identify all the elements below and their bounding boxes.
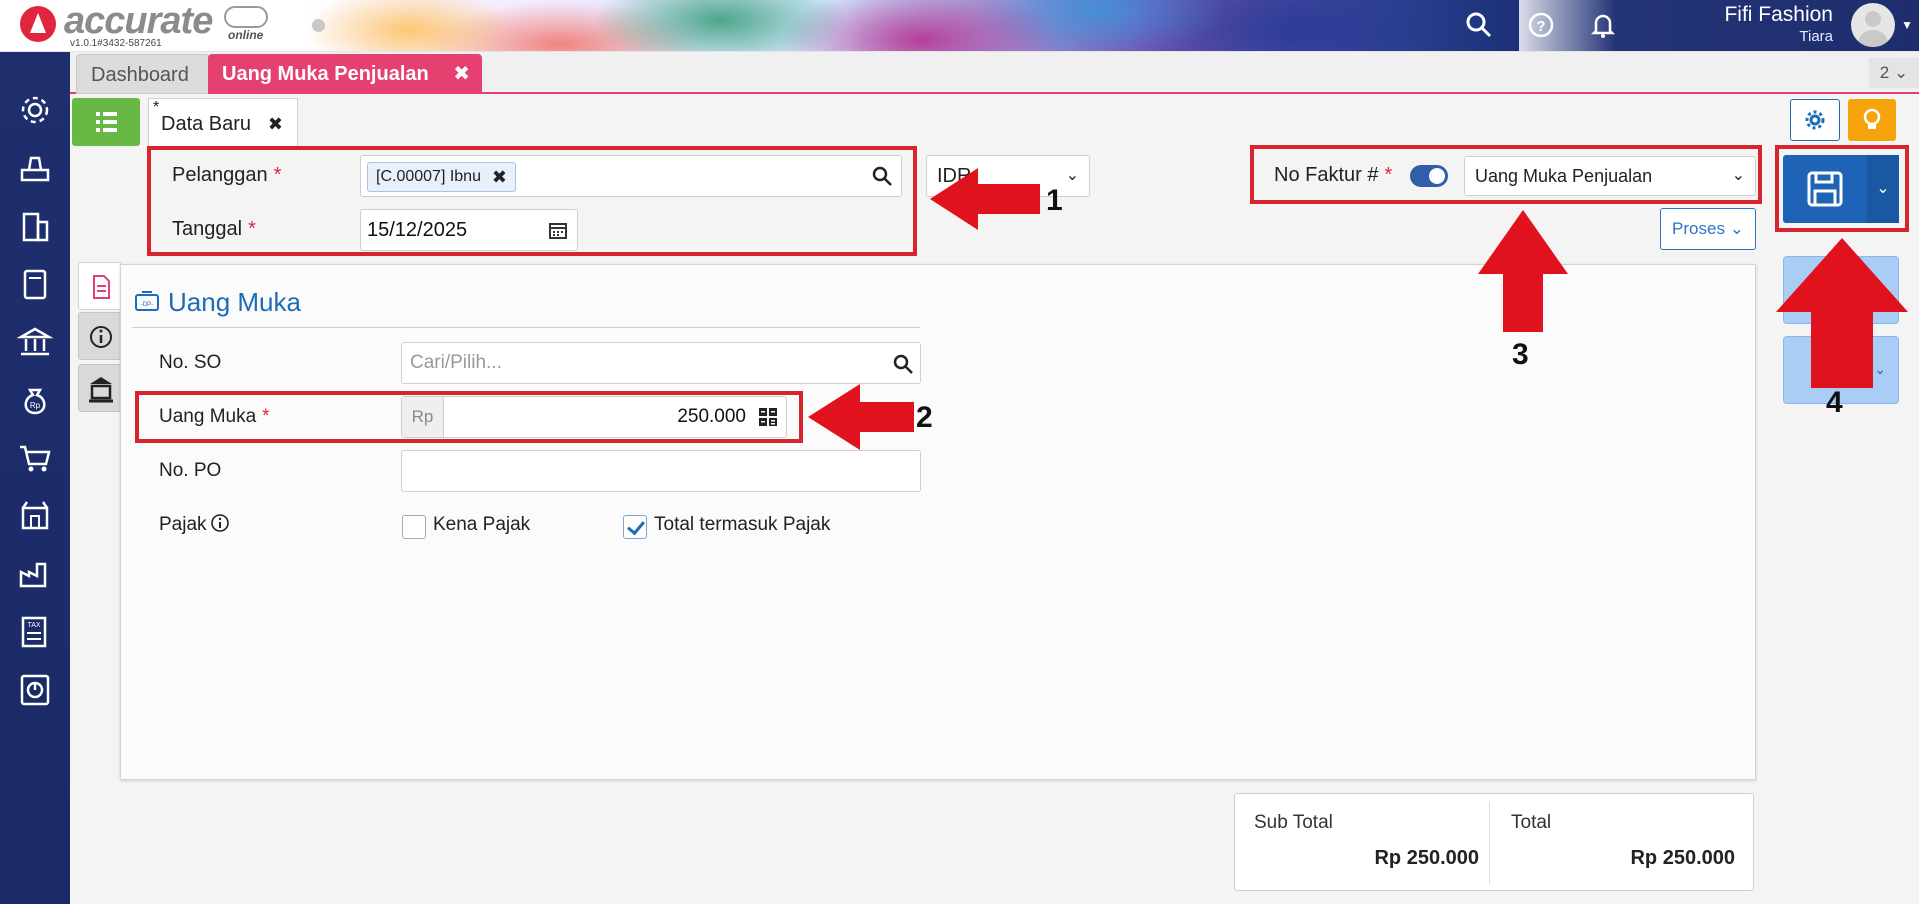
section-title: Uang Muka <box>168 287 301 317</box>
annotation-number-4: 4 <box>1826 386 1843 419</box>
po-number-label: No. PO <box>159 460 222 481</box>
cloud-icon <box>224 6 268 28</box>
accurate-logo-icon[interactable] <box>20 6 56 42</box>
section-divider <box>132 327 920 328</box>
document-icon <box>93 275 110 299</box>
totals-panel: Sub Total Rp 250.000 Total Rp 250.000 <box>1234 793 1754 891</box>
subtotal-value: Rp 250.000 <box>1374 847 1479 869</box>
help-icon[interactable]: ? <box>1526 10 1556 40</box>
annotation-arrow-left-2 <box>808 384 914 450</box>
tax-icon[interactable]: TAX <box>17 614 53 650</box>
money-bag-icon[interactable]: Rp <box>17 382 53 418</box>
unsaved-indicator: * <box>153 99 160 116</box>
taxable-label: Kena Pajak <box>433 514 531 535</box>
version-text: v1.0.1#3432-587261 <box>70 38 162 49</box>
form-panel <box>120 264 1756 780</box>
book-icon[interactable] <box>17 266 53 302</box>
tab-data-baru-label: Data Baru <box>161 113 252 135</box>
tax-inclusive-checkbox[interactable] <box>623 515 647 539</box>
tab-dashboard-label: Dashboard <box>91 64 189 86</box>
svg-text:-DP-: -DP- <box>141 302 153 308</box>
tab-uang-muka-penjualan[interactable]: Uang Muka Penjualan ✖ <box>208 54 482 94</box>
top-bar: accurate online v1.0.1#3432-587261 ? Fif… <box>0 0 1919 52</box>
search-icon[interactable] <box>892 353 914 375</box>
inbox-tray-icon[interactable] <box>17 150 53 186</box>
gear-icon <box>1805 110 1825 130</box>
sidebar: Rp TAX <box>0 52 70 904</box>
annotation-arrow-up-3 <box>1478 210 1568 332</box>
info-icon[interactable] <box>210 513 230 533</box>
tab-data-baru[interactable]: * Data Baru ✖ <box>148 98 298 148</box>
tab-additional-info[interactable] <box>78 312 122 360</box>
report-chart-icon[interactable] <box>17 672 53 708</box>
close-tab-icon[interactable]: ✖ <box>453 54 470 94</box>
header-banner <box>300 0 1519 51</box>
chevron-down-icon[interactable]: ▼ <box>1901 18 1913 32</box>
highlight-box-3 <box>1250 145 1762 204</box>
total-value: Rp 250.000 <box>1630 847 1735 869</box>
svg-text:Rp: Rp <box>30 401 41 410</box>
info-icon <box>90 326 112 348</box>
logo-text: accurate <box>64 0 213 42</box>
so-number-field[interactable]: Cari/Pilih... <box>401 342 921 384</box>
user-name[interactable]: Tiara <box>1799 28 1833 45</box>
so-number-label: No. SO <box>159 352 222 373</box>
highlight-box-4 <box>1775 145 1909 232</box>
store-icon[interactable] <box>17 498 53 534</box>
tips-button[interactable] <box>1848 99 1896 141</box>
settings-button[interactable] <box>1790 99 1840 141</box>
po-number-field[interactable] <box>401 450 921 492</box>
annotation-number-3: 3 <box>1512 338 1529 371</box>
bank-icon <box>89 377 113 403</box>
tab-bank[interactable] <box>78 364 122 412</box>
annotation-number-1: 1 <box>1046 184 1063 217</box>
tax-inclusive-label: Total termasuk Pajak <box>654 514 831 535</box>
so-number-placeholder: Cari/Pilih... <box>410 352 502 373</box>
logo-subtitle: online <box>228 28 264 42</box>
taxable-checkbox[interactable] <box>402 515 426 539</box>
svg-text:TAX: TAX <box>27 622 40 629</box>
company-name[interactable]: Fifi Fashion <box>1724 3 1833 27</box>
bell-icon[interactable] <box>1588 10 1618 40</box>
down-payment-icon: -DP- <box>135 291 159 311</box>
avatar[interactable] <box>1851 3 1895 47</box>
annotation-arrow-up-4 <box>1776 238 1908 388</box>
total-label: Total <box>1511 812 1552 833</box>
tab-document-info[interactable] <box>78 262 122 310</box>
search-icon[interactable] <box>1464 10 1494 40</box>
list-icon <box>96 112 117 132</box>
tab-active-label: Uang Muka Penjualan <box>222 63 429 85</box>
annotation-number-2: 2 <box>916 401 933 434</box>
list-view-button[interactable] <box>72 98 140 146</box>
chevron-down-icon: ⌄ <box>1065 167 1079 184</box>
bank-icon[interactable] <box>17 324 53 360</box>
svg-text:?: ? <box>1536 18 1545 35</box>
tax-label: Pajak <box>159 514 207 535</box>
lightbulb-icon <box>1863 108 1881 129</box>
process-button[interactable]: Proses ⌄ <box>1660 208 1756 250</box>
gear-icon[interactable] <box>17 92 53 128</box>
building-icon[interactable] <box>17 208 53 244</box>
subtotal-label: Sub Total <box>1254 812 1333 833</box>
tab-dashboard[interactable]: Dashboard <box>76 54 210 94</box>
highlight-box-2 <box>135 391 803 443</box>
tab-bar: Dashboard Uang Muka Penjualan ✖ 2 ⌄ <box>70 52 1919 94</box>
factory-icon[interactable] <box>17 556 53 592</box>
close-icon[interactable]: ✖ <box>268 99 283 149</box>
cart-icon[interactable] <box>17 440 53 476</box>
tab-count-dropdown[interactable]: 2 ⌄ <box>1869 58 1919 88</box>
highlight-box-1 <box>147 146 917 256</box>
annotation-arrow-left-1 <box>930 168 1040 230</box>
status-dot <box>312 19 325 32</box>
